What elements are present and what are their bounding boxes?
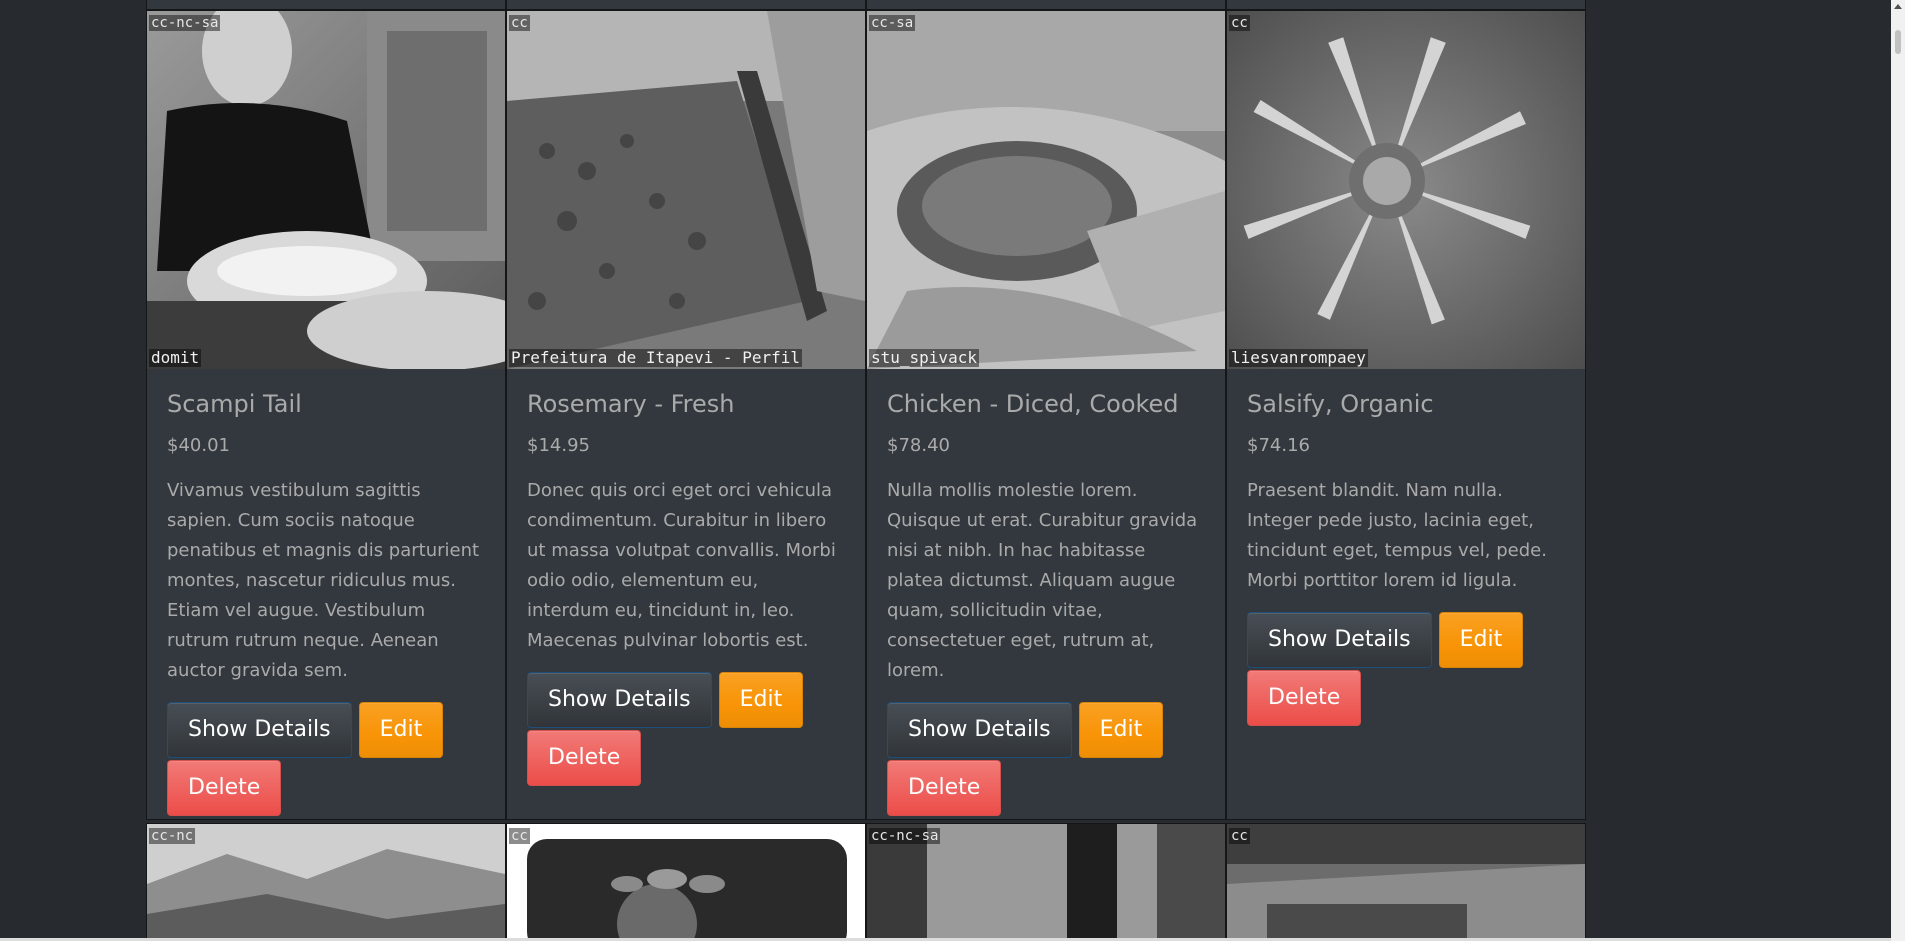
delete-button[interactable]: Delete bbox=[527, 730, 642, 786]
card-body: Chicken - Diced, Cooked $78.40 Nulla mol… bbox=[867, 369, 1225, 818]
image-license: cc-sa bbox=[869, 15, 916, 31]
card-actions: Show Details Edit Delete bbox=[167, 702, 485, 818]
product-price: $74.16 bbox=[1247, 435, 1310, 456]
image-credit: liesvanrompaey bbox=[1229, 348, 1368, 367]
scroll-thumb[interactable] bbox=[1895, 30, 1901, 54]
product-photo bbox=[867, 11, 1225, 369]
image-license: cc-nc-sa bbox=[149, 15, 221, 31]
product-title: Salsify, Organic bbox=[1247, 390, 1434, 418]
product-image: cc bbox=[507, 824, 865, 941]
delete-button[interactable]: Delete bbox=[887, 760, 1002, 816]
edit-button[interactable]: Edit bbox=[718, 672, 804, 728]
image-license: cc bbox=[1229, 828, 1250, 844]
product-title: Rosemary - Fresh bbox=[527, 390, 735, 418]
show-details-button[interactable]: Show Details bbox=[887, 702, 1072, 758]
image-credit: domit bbox=[149, 348, 202, 367]
product-image: cc-nc-sa bbox=[867, 824, 1225, 941]
product-card: cc-sa stu_spivack Chicken - Diced, Cooke… bbox=[866, 10, 1226, 820]
card-actions: Show Details Edit Delete bbox=[887, 702, 1205, 818]
product-price: $78.40 bbox=[887, 435, 950, 456]
card-actions: Show Details Edit Delete bbox=[527, 672, 845, 788]
product-price: $14.95 bbox=[527, 435, 590, 456]
card-body: Rosemary - Fresh $14.95 Donec quis orci … bbox=[507, 369, 865, 788]
product-description: Nulla mollis molestie lorem. Quisque ut … bbox=[887, 480, 1198, 681]
product-image: cc-sa stu_spivack bbox=[867, 11, 1225, 369]
product-price: $40.01 bbox=[167, 435, 230, 456]
product-description: Praesent blandit. Nam nulla. Integer ped… bbox=[1247, 480, 1547, 591]
vertical-scrollbar[interactable] bbox=[1891, 0, 1905, 941]
show-details-button[interactable]: Show Details bbox=[167, 702, 352, 758]
card-body: Salsify, Organic $74.16 Praesent blandit… bbox=[1227, 369, 1585, 728]
product-image: cc-nc bbox=[147, 824, 505, 941]
product-image: cc-nc-sa domit bbox=[147, 11, 505, 369]
edit-button[interactable]: Edit bbox=[358, 702, 444, 758]
product-card: cc-nc-sa domit Scampi Tail $40.01 Vivamu… bbox=[146, 10, 506, 820]
product-description: Vivamus vestibulum sagittis sapien. Cum … bbox=[167, 480, 480, 681]
product-card: cc bbox=[506, 823, 866, 941]
page: cc-nc-sa domit Scampi Tail $40.01 Vivamu… bbox=[0, 0, 1905, 941]
product-grid: cc-nc-sa domit Scampi Tail $40.01 Vivamu… bbox=[146, 10, 1586, 941]
delete-button[interactable]: Delete bbox=[1247, 670, 1362, 726]
previous-row-edge bbox=[146, 0, 1586, 10]
card-actions: Show Details Edit Delete bbox=[1247, 612, 1565, 728]
delete-button[interactable]: Delete bbox=[167, 760, 282, 816]
previous-card-edge bbox=[146, 0, 506, 10]
show-details-button[interactable]: Show Details bbox=[1247, 612, 1432, 668]
product-card: cc bbox=[1226, 823, 1586, 941]
image-license: cc-nc-sa bbox=[869, 828, 941, 844]
product-image: cc bbox=[1227, 824, 1585, 941]
product-photo bbox=[147, 11, 505, 369]
previous-card-edge bbox=[506, 0, 866, 10]
image-credit: stu_spivack bbox=[869, 348, 979, 367]
product-title: Chicken - Diced, Cooked bbox=[887, 390, 1179, 418]
product-photo bbox=[507, 824, 865, 941]
previous-card-edge bbox=[866, 0, 1226, 10]
product-card: cc-nc-sa bbox=[866, 823, 1226, 941]
previous-card-edge bbox=[1226, 0, 1586, 10]
product-description: Donec quis orci eget orci vehicula condi… bbox=[527, 480, 836, 651]
product-photo bbox=[1227, 824, 1585, 941]
product-photo bbox=[507, 11, 865, 369]
card-body: Scampi Tail $40.01 Vivamus vestibulum sa… bbox=[147, 369, 505, 818]
image-license: cc bbox=[509, 15, 530, 31]
product-photo bbox=[1227, 11, 1585, 369]
product-photo bbox=[147, 824, 505, 941]
image-license: cc-nc bbox=[149, 828, 196, 844]
product-image: cc Prefeitura de Itapevi - Perfil bbox=[507, 11, 865, 369]
image-credit: Prefeitura de Itapevi - Perfil bbox=[509, 348, 802, 367]
product-card: cc Prefeitura de Itapevi - Perfil Rosema… bbox=[506, 10, 866, 820]
image-license: cc bbox=[509, 828, 530, 844]
product-card: cc liesvanrompaey Salsify, Organic $74.1… bbox=[1226, 10, 1586, 820]
scroll-up-arrow-icon[interactable] bbox=[1894, 4, 1902, 9]
product-title: Scampi Tail bbox=[167, 390, 302, 418]
show-details-button[interactable]: Show Details bbox=[527, 672, 712, 728]
image-license: cc bbox=[1229, 15, 1250, 31]
product-image: cc liesvanrompaey bbox=[1227, 11, 1585, 369]
edit-button[interactable]: Edit bbox=[1438, 612, 1524, 668]
edit-button[interactable]: Edit bbox=[1078, 702, 1164, 758]
product-card: cc-nc bbox=[146, 823, 506, 941]
